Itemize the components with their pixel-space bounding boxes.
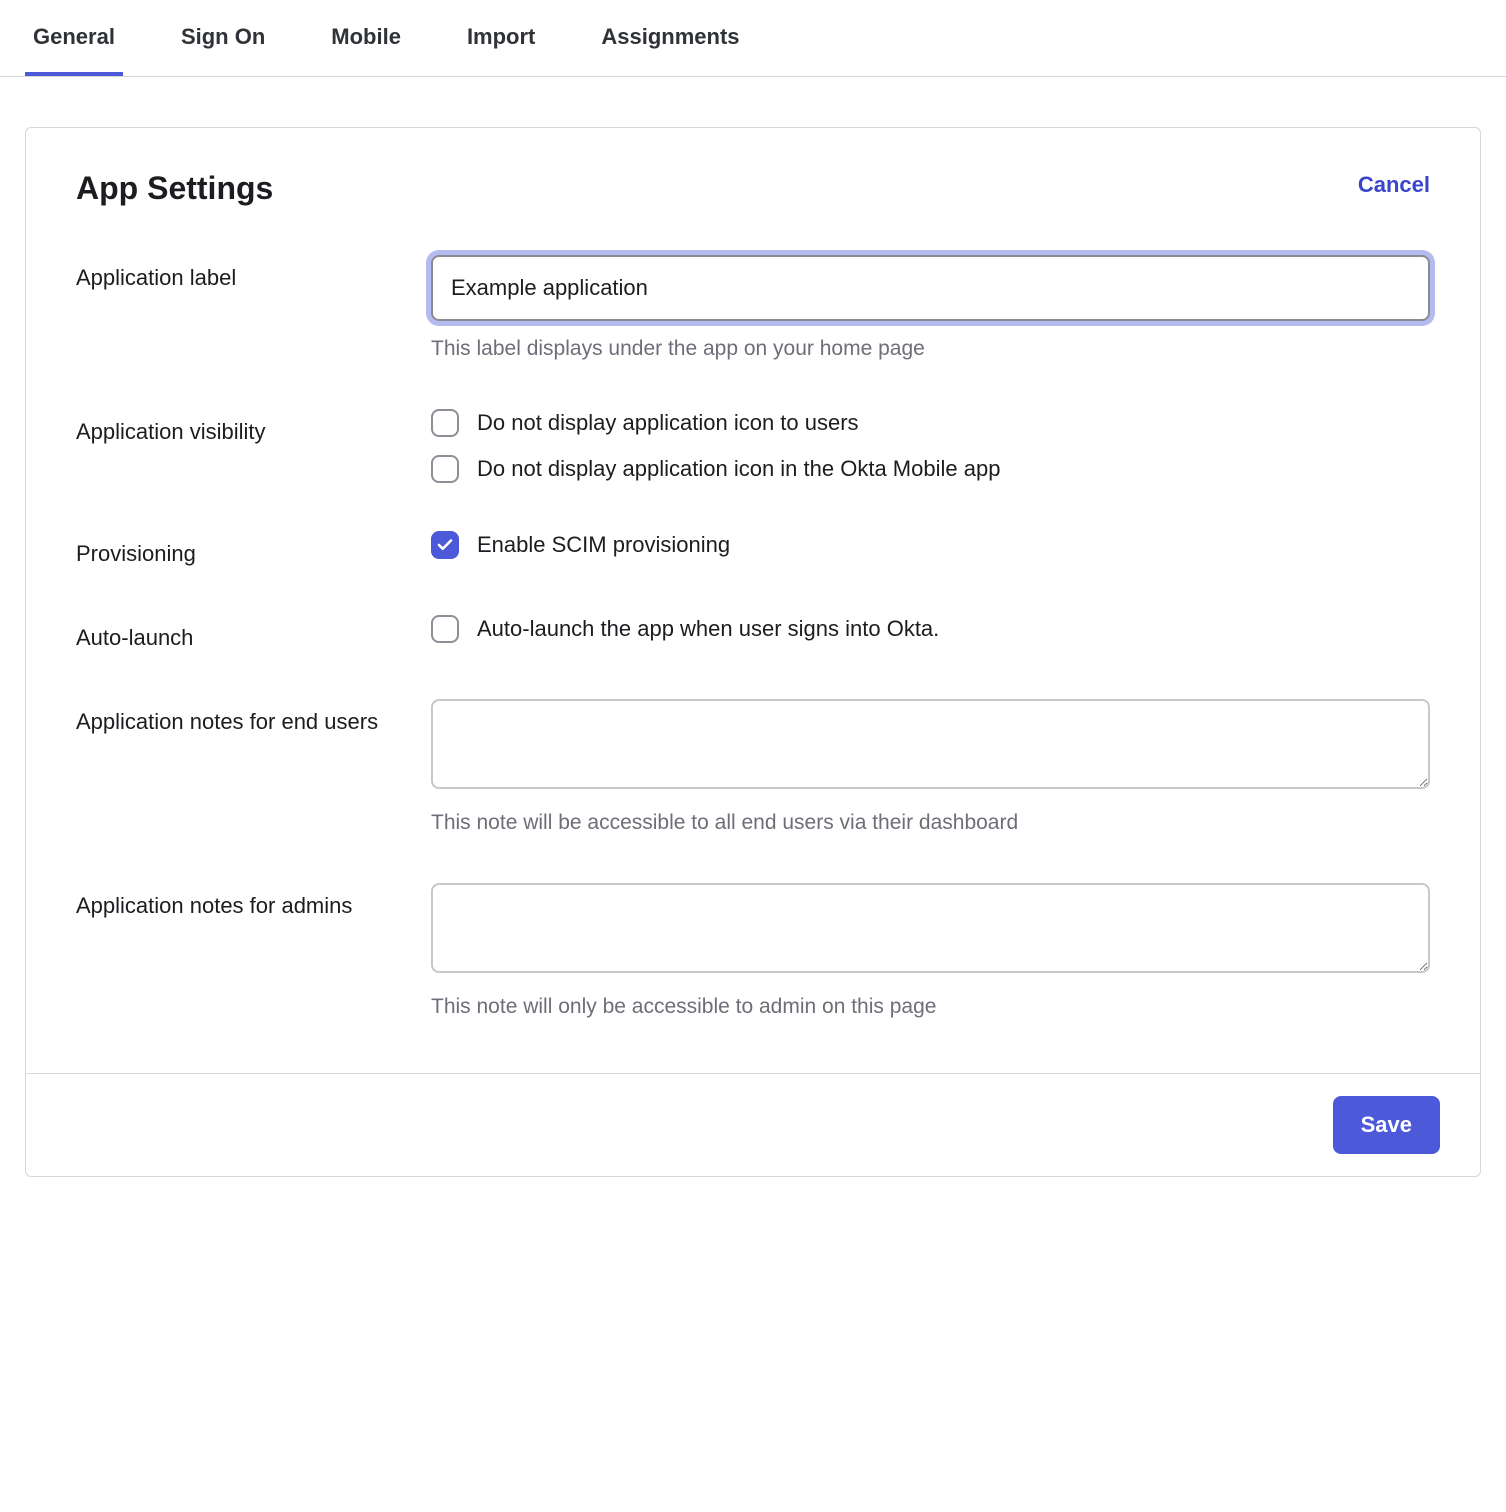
help-notes-end-users: This note will be accessible to all end …	[431, 811, 1430, 835]
label-auto-launch: Auto-launch	[76, 615, 431, 651]
checkbox-line-scim: Enable SCIM provisioning	[431, 531, 1430, 559]
checkbox-hide-mobile[interactable]	[431, 455, 459, 483]
tabs-bar: General Sign On Mobile Import Assignment…	[0, 0, 1506, 77]
save-button[interactable]: Save	[1333, 1096, 1440, 1154]
checkbox-label-auto-launch: Auto-launch the app when user signs into…	[477, 616, 939, 642]
label-notes-end-users: Application notes for end users	[76, 699, 431, 735]
panel-title: App Settings	[76, 170, 273, 207]
cancel-button[interactable]: Cancel	[1358, 170, 1430, 198]
checkbox-line-hide-mobile: Do not display application icon in the O…	[431, 455, 1430, 483]
checkbox-hide-users[interactable]	[431, 409, 459, 437]
row-notes-end-users: Application notes for end users This not…	[76, 699, 1430, 835]
checkbox-line-auto-launch: Auto-launch the app when user signs into…	[431, 615, 1430, 643]
row-auto-launch: Auto-launch Auto-launch the app when use…	[76, 615, 1430, 651]
tab-sign-on[interactable]: Sign On	[173, 0, 273, 76]
row-application-visibility: Application visibility Do not display ap…	[76, 409, 1430, 483]
panel-header: App Settings Cancel	[26, 128, 1480, 255]
row-application-label: Application label This label displays un…	[76, 255, 1430, 361]
form-body: Application label This label displays un…	[26, 255, 1480, 1073]
checkbox-line-hide-users: Do not display application icon to users	[431, 409, 1430, 437]
notes-end-users-textarea[interactable]	[431, 699, 1430, 789]
checkbox-label-hide-mobile: Do not display application icon in the O…	[477, 456, 1000, 482]
tab-general[interactable]: General	[25, 0, 123, 76]
checkbox-auto-launch[interactable]	[431, 615, 459, 643]
row-notes-admins: Application notes for admins This note w…	[76, 883, 1430, 1019]
help-application-label: This label displays under the app on you…	[431, 337, 1430, 361]
label-application-label: Application label	[76, 255, 431, 291]
label-application-visibility: Application visibility	[76, 409, 431, 445]
tab-mobile[interactable]: Mobile	[323, 0, 409, 76]
label-notes-admins: Application notes for admins	[76, 883, 431, 919]
help-notes-admins: This note will only be accessible to adm…	[431, 995, 1430, 1019]
checkbox-label-scim: Enable SCIM provisioning	[477, 532, 730, 558]
tab-assignments[interactable]: Assignments	[593, 0, 747, 76]
label-provisioning: Provisioning	[76, 531, 431, 567]
tab-import[interactable]: Import	[459, 0, 543, 76]
notes-admins-textarea[interactable]	[431, 883, 1430, 973]
checkbox-label-hide-users: Do not display application icon to users	[477, 410, 859, 436]
application-label-input[interactable]	[431, 255, 1430, 321]
checkbox-scim[interactable]	[431, 531, 459, 559]
row-provisioning: Provisioning Enable SCIM provisioning	[76, 531, 1430, 567]
panel-footer: Save	[26, 1073, 1480, 1176]
app-settings-panel: App Settings Cancel Application label Th…	[25, 127, 1481, 1177]
